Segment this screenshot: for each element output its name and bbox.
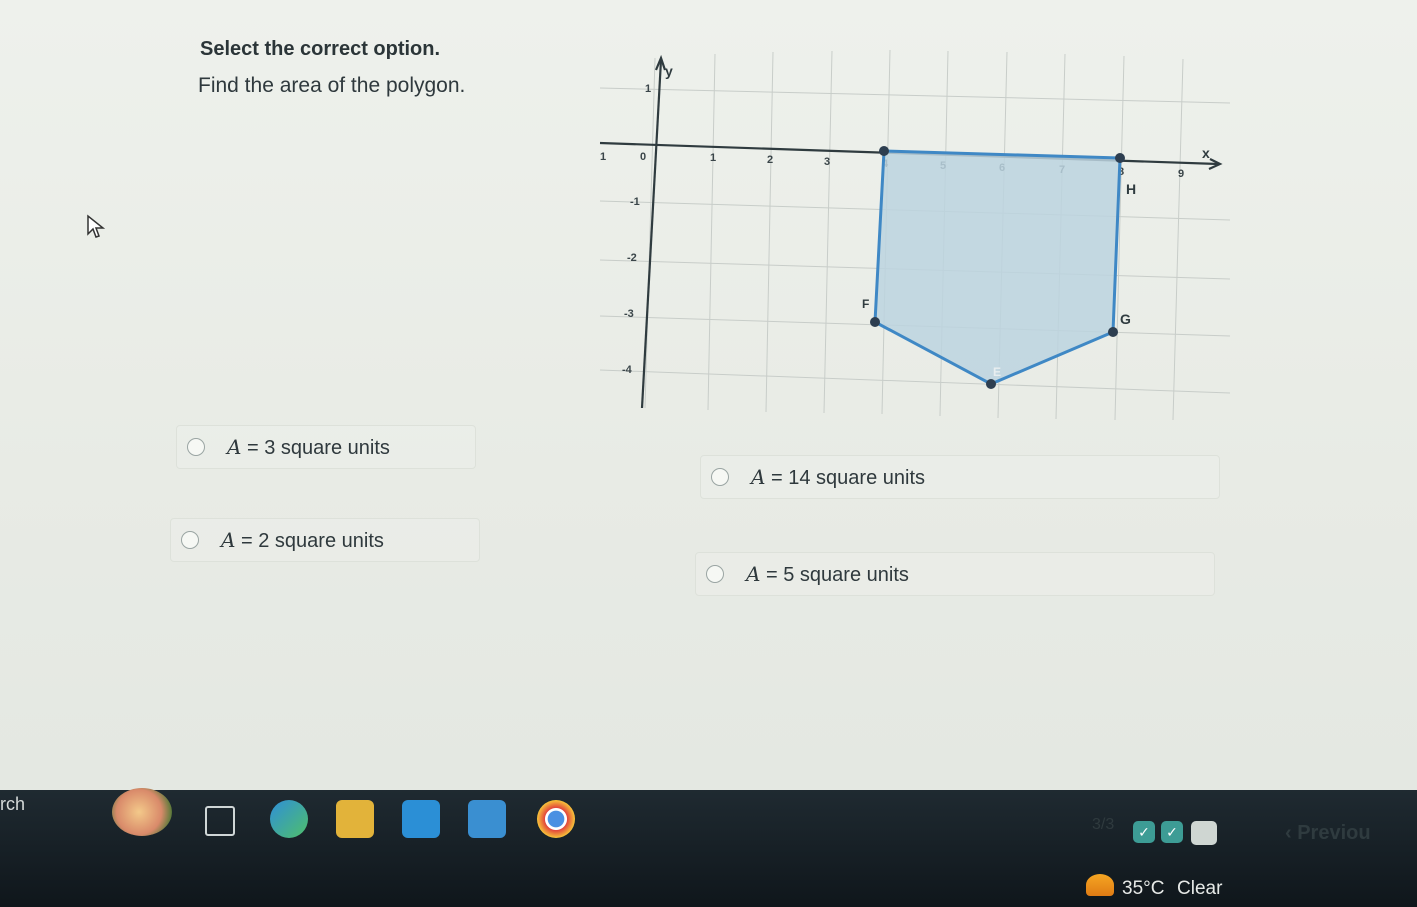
answer-option-c[interactable]: A = 2 square units <box>170 518 480 562</box>
x-tick-label: 2 <box>767 154 773 166</box>
previous-button[interactable]: ‹ Previou <box>1285 822 1371 845</box>
question-text: Find the area of the polygon. <box>198 74 466 97</box>
x-tick-label: 0 <box>640 151 646 163</box>
progress-box-empty <box>1191 821 1217 845</box>
weather-description[interactable]: Clear <box>1177 878 1222 900</box>
y-tick-label: 1 <box>645 83 651 95</box>
chrome-icon[interactable] <box>537 800 575 838</box>
check-icon: ✓ <box>1161 821 1183 843</box>
progress-counter: 3/3 <box>1092 816 1115 833</box>
x-tick-label: 1 <box>600 151 606 163</box>
y-tick-label: -1 <box>630 196 640 208</box>
radio-button[interactable] <box>187 438 205 456</box>
question-prompt: Select the correct option. <box>200 38 441 60</box>
polygon-shape <box>873 149 1122 386</box>
search-highlight-flower-icon[interactable] <box>112 788 172 836</box>
vertex-point <box>986 379 996 389</box>
edge-browser-icon[interactable] <box>270 800 308 838</box>
vertex-label-g: G <box>1120 311 1131 327</box>
vertex-point <box>1115 153 1125 163</box>
answer-option-d[interactable]: A = 5 square units <box>695 552 1215 596</box>
answer-option-a[interactable]: A = 3 square units <box>176 425 476 469</box>
x-tick-label: 3 <box>824 156 830 168</box>
mail-icon[interactable] <box>468 800 506 838</box>
vertex-point <box>1108 327 1118 337</box>
radio-button[interactable] <box>181 531 199 549</box>
vertex-label-e: E <box>993 365 1001 379</box>
taskbar-search-box[interactable]: rch <box>0 794 25 815</box>
vertex-label-h: H <box>1126 181 1136 197</box>
x-tick-label: 9 <box>1178 168 1184 180</box>
weather-sun-icon[interactable] <box>1086 874 1114 896</box>
coordinate-graph: y x 1 0 1 2 3 4 5 6 7 8 9 1 -1 -2 -3 -4 <box>599 49 1231 420</box>
check-icon: ✓ <box>1133 821 1155 843</box>
mouse-cursor-icon <box>87 214 106 238</box>
option-label: A = 5 square units <box>746 561 909 586</box>
option-label: A = 14 square units <box>751 464 926 489</box>
radio-button[interactable] <box>706 565 724 583</box>
vertex-point <box>879 146 889 156</box>
y-tick-label: -2 <box>627 252 637 264</box>
y-tick-label: -4 <box>622 364 633 376</box>
x-axis-label: x <box>1202 145 1210 161</box>
answer-option-b[interactable]: A = 14 square units <box>700 455 1220 499</box>
weather-temperature[interactable]: 35°C <box>1122 878 1164 900</box>
option-label: A = 3 square units <box>227 434 390 459</box>
task-view-icon[interactable] <box>205 806 235 836</box>
store-icon[interactable] <box>402 800 440 838</box>
vertex-point <box>870 317 880 327</box>
file-explorer-icon[interactable] <box>336 800 374 838</box>
vertex-label-f: F <box>862 297 869 311</box>
y-axis-label: y <box>665 63 673 79</box>
browser-content: Select the correct option. Find the area… <box>0 0 1417 790</box>
y-tick-label: -3 <box>624 308 634 320</box>
radio-button[interactable] <box>711 468 729 486</box>
option-label: A = 2 square units <box>221 527 384 552</box>
x-tick-label: 1 <box>710 152 716 164</box>
